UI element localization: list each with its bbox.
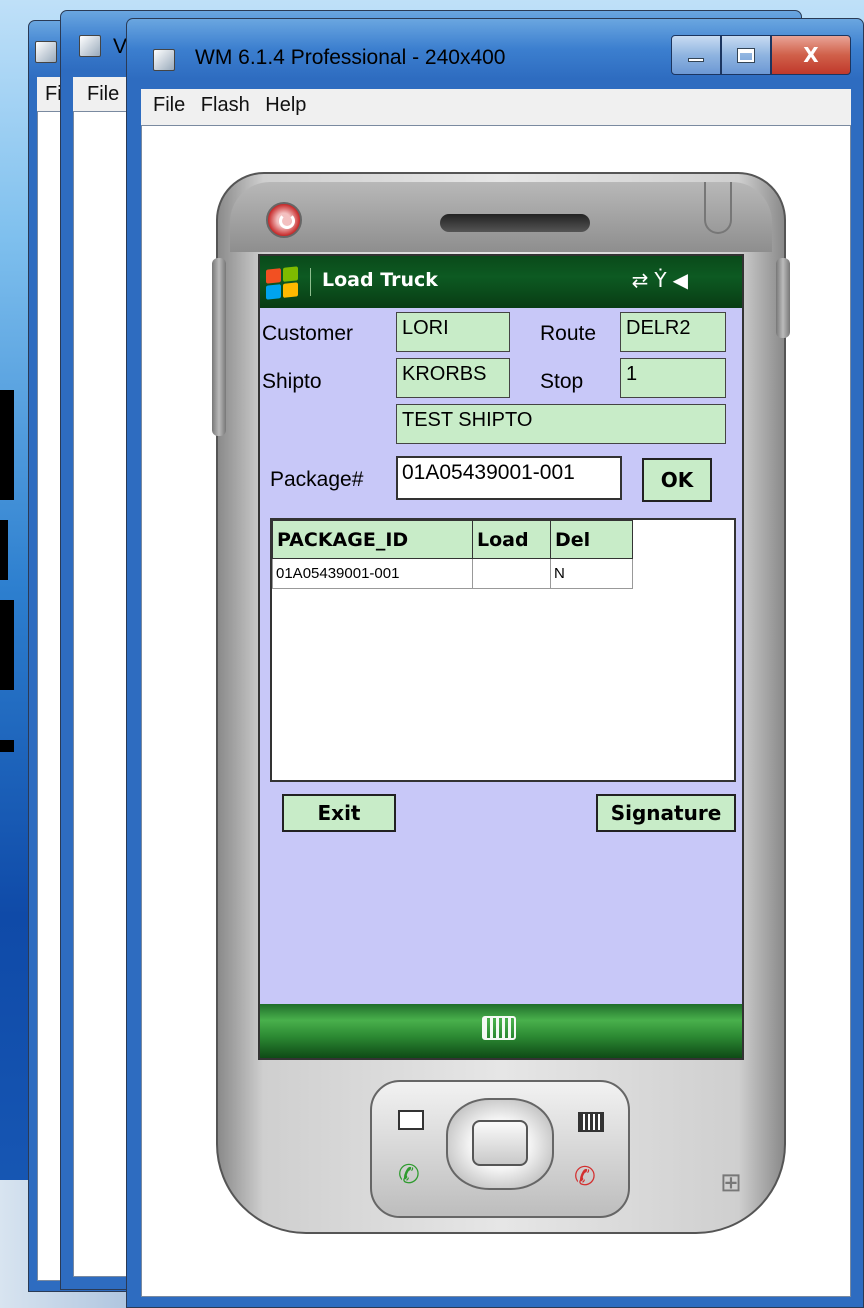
desktop-fragment	[0, 740, 14, 752]
ok-button[interactable]: OK	[642, 458, 712, 502]
app-icon	[153, 49, 175, 71]
menu-help[interactable]: Help	[265, 94, 306, 116]
app-icon	[79, 35, 101, 57]
route-field[interactable]: DELR2	[620, 312, 726, 352]
customer-label: Customer	[262, 322, 354, 345]
side-button-right[interactable]	[776, 258, 790, 338]
menu-flash[interactable]: Flash	[201, 94, 250, 116]
shipto-field[interactable]: KRORBS	[396, 358, 510, 398]
connectivity-icon: ⇄	[631, 268, 655, 292]
desktop-fragment	[0, 390, 14, 500]
menu-bar: File Flash Help	[141, 89, 851, 125]
table-row[interactable]: 01A05439001-001 N	[272, 558, 633, 589]
keyboard-icon[interactable]	[482, 1016, 516, 1040]
power-button[interactable]	[266, 202, 302, 238]
windows-logo-icon: ⊞	[720, 1168, 742, 1198]
package-grid[interactable]: PACKAGE_ID Load Del 01A05439001-001 N	[270, 518, 736, 782]
maximize-button[interactable]	[721, 35, 771, 75]
package-table: PACKAGE_ID Load Del 01A05439001-001 N	[272, 520, 633, 589]
dpad-center-button[interactable]	[472, 1120, 528, 1166]
close-button[interactable]: X	[771, 35, 851, 75]
stop-field[interactable]: 1	[620, 358, 726, 398]
cell-package-id: 01A05439001-001	[272, 558, 473, 589]
shipto-label: Shipto	[262, 370, 322, 393]
column-header-load[interactable]: Load	[472, 520, 551, 559]
column-header-del[interactable]: Del	[550, 520, 633, 559]
volume-muted-icon: ◀	[672, 268, 694, 292]
app-title: Load Truck	[322, 269, 438, 291]
app-icon	[35, 41, 57, 63]
shipto-name-field[interactable]: TEST SHIPTO	[396, 404, 726, 444]
customer-field[interactable]: LORI	[396, 312, 510, 352]
exit-button[interactable]: Exit	[282, 794, 396, 832]
stop-label: Stop	[540, 370, 584, 393]
window-title: WM 6.1.4 Professional - 240x400	[195, 46, 506, 69]
minimize-button[interactable]	[671, 35, 721, 75]
wm-title-bar: Load Truck ⇄Ẏ◀	[260, 256, 742, 308]
package-label: Package#	[270, 468, 364, 491]
windows-start-icon[interactable]	[266, 266, 298, 300]
minimize-icon	[688, 58, 704, 62]
package-input[interactable]: 01A05439001-001	[396, 456, 622, 500]
menu-file[interactable]: File	[87, 83, 119, 105]
no-signal-icon: Ẏ	[654, 268, 673, 292]
desktop-fragment	[0, 520, 8, 580]
route-label: Route	[540, 322, 597, 345]
title-separator	[310, 268, 311, 296]
stylus-slot	[704, 182, 732, 234]
close-icon: X	[803, 43, 819, 67]
speaker	[440, 214, 590, 232]
caption-buttons: X	[671, 35, 851, 75]
device-top	[230, 182, 772, 252]
device-screen: Load Truck ⇄Ẏ◀ Customer LORI Route DELR2…	[258, 254, 744, 1060]
window-title: V	[113, 35, 128, 58]
end-call-icon[interactable]: ✆	[574, 1162, 596, 1192]
desktop-fragment	[0, 600, 14, 690]
signature-button[interactable]: Signature	[596, 794, 736, 832]
side-button-left[interactable]	[212, 258, 226, 436]
left-softkey-icon[interactable]	[398, 1110, 424, 1130]
maximize-icon	[738, 48, 754, 62]
cell-del: N	[550, 558, 633, 589]
status-icons[interactable]: ⇄Ẏ◀	[632, 268, 694, 292]
cell-load	[472, 558, 551, 589]
menu-file[interactable]: File	[153, 94, 185, 116]
column-header-package-id[interactable]: PACKAGE_ID	[272, 520, 473, 559]
soft-key-bar	[260, 1004, 742, 1058]
right-softkey-icon[interactable]	[578, 1112, 604, 1132]
call-icon[interactable]: ✆	[398, 1160, 420, 1190]
